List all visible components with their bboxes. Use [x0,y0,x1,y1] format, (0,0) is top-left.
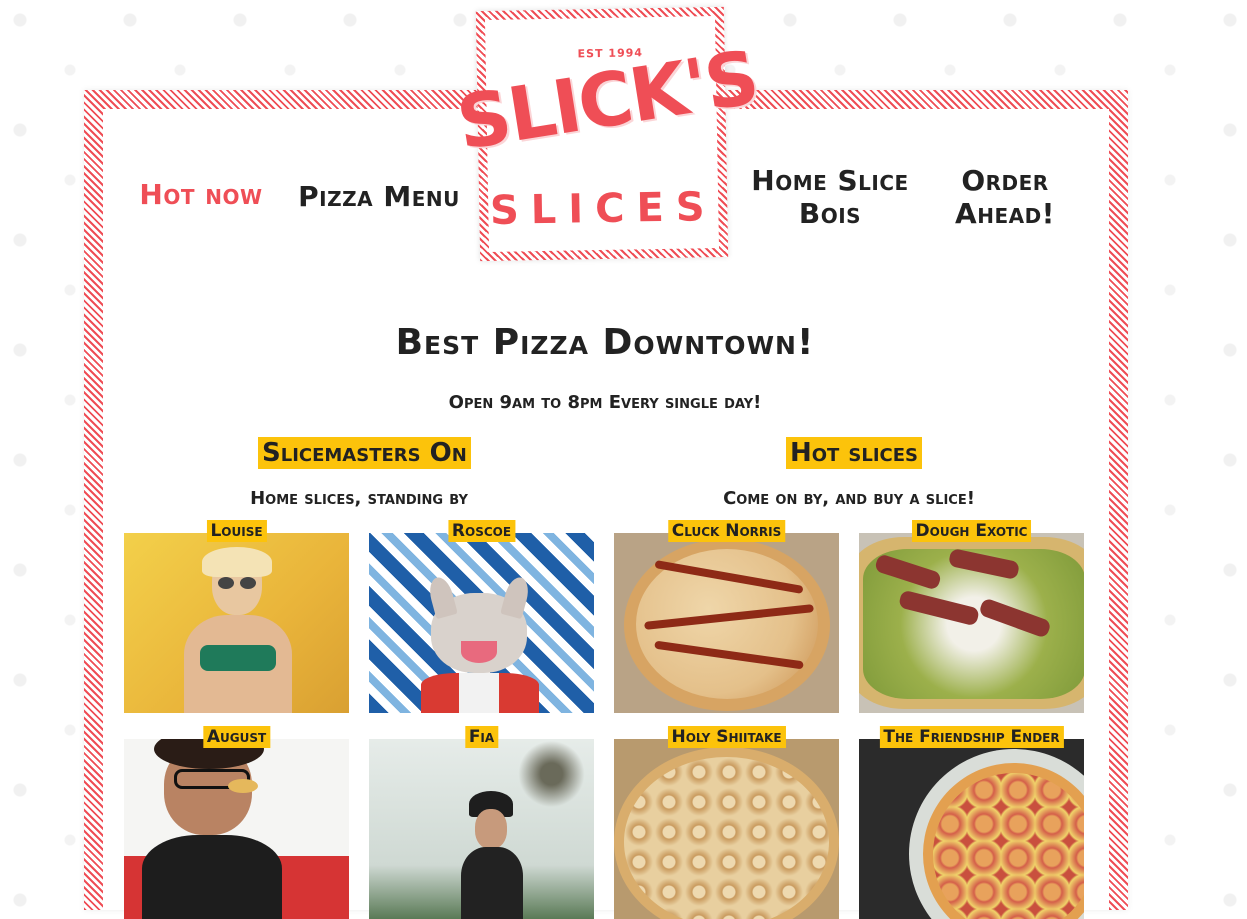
slicemaster-photo [124,739,349,919]
logo-background: EST 1994 SLICK'S SLICES [452,16,763,252]
slicemasters-subtitle: Home slices, standing by [250,488,468,509]
hot-slice-card-dough-exotic[interactable]: Dough Exotic [859,520,1084,713]
slicemaster-card-august[interactable]: August [124,726,349,919]
slicemaster-photo [124,533,349,713]
logo[interactable]: EST 1994 SLICK'S SLICES [452,6,763,262]
nav-pizza-menu[interactable]: Pizza Menu [293,180,465,213]
slicemaster-photo [369,533,594,713]
slicemaster-photo [369,739,594,919]
nav-order-ahead[interactable]: Order Ahead! [930,164,1080,230]
hot-slice-card-holy-shiitake[interactable]: Holy Shiitake [614,726,839,919]
nav-hot-now[interactable]: Hot now [121,178,281,211]
pizza-photo [859,533,1084,713]
pizza-photo [614,739,839,919]
slicemaster-name: August [202,726,271,748]
pizza-name: Cluck Norris [667,520,786,542]
nav-home-slice-bois[interactable]: Home Slice Bois [745,164,915,230]
slicemaster-card-fia[interactable]: Fia [369,726,594,919]
hot-slice-card-the-friendship-ender[interactable]: The Friendship Ender [859,726,1084,919]
pizza-name: The Friendship Ender [879,726,1064,748]
slicemaster-card-roscoe[interactable]: Roscoe [369,520,594,713]
opening-hours: Open 9am to 8pm Every single day! [448,392,762,413]
page-headline: Best Pizza Downtown! [395,322,815,363]
pizza-name: Dough Exotic [911,520,1032,542]
slicemaster-name: Louise [206,520,267,542]
logo-subtitle: SLICES [489,184,718,234]
slicemasters-heading: Slicemasters On [258,437,471,469]
hot-slices-heading: Hot slices [786,437,922,469]
pizza-photo [614,533,839,713]
slicemaster-card-louise[interactable]: Louise [124,520,349,713]
hot-slice-card-cluck-norris[interactable]: Cluck Norris [614,520,839,713]
pizza-photo [859,739,1084,919]
pizza-name: Holy Shiitake [667,726,786,748]
slicemaster-name: Roscoe [447,520,516,542]
hot-slices-subtitle: Come on by, and buy a slice! [723,488,975,509]
slicemaster-name: Fia [464,726,499,748]
